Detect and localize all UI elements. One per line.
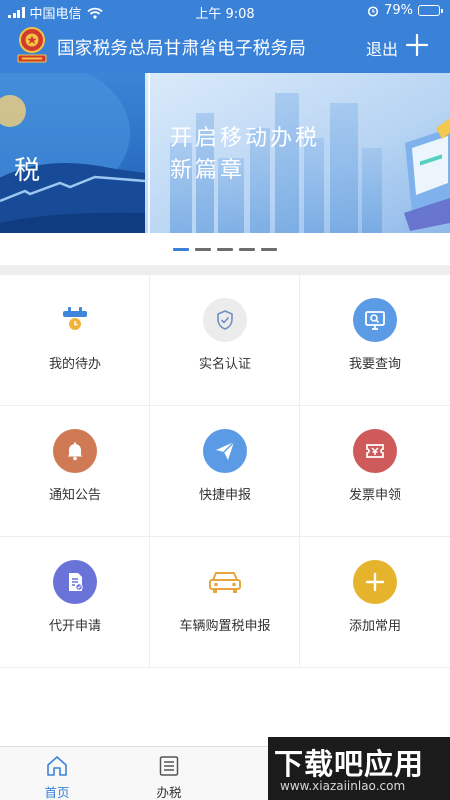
service-grid: 我的待办 实名认证 我要查询通知公告 快捷申报 发票申领代开申请 车辆购置税申报 添加常用 — [0, 275, 450, 670]
service-label: 发票申领 — [348, 488, 401, 503]
banner-headline-1: 开启移动办税 — [170, 126, 320, 151]
app-bar: 国家税务总局甘肃省电子税务局 退出 — [0, 22, 450, 73]
watermark-title: 下载吧应用 — [274, 747, 425, 781]
carousel-dot[interactable] — [217, 247, 233, 251]
banner-left-fragment: 税 — [14, 156, 40, 186]
service-label: 我的待办 — [48, 357, 101, 372]
alarm-icon — [368, 5, 379, 17]
carousel-dot[interactable] — [173, 247, 189, 251]
shield-check-icon — [203, 298, 247, 342]
car-icon — [203, 560, 247, 604]
service-label: 快捷申报 — [198, 488, 251, 503]
service-item-document-edit[interactable]: 代开申请 — [0, 537, 150, 668]
banner-headline-2: 新篇章 — [170, 158, 245, 183]
banner-artwork: 税 开启移动办税 新篇章 — [0, 73, 450, 233]
service-label: 代开申请 — [48, 619, 101, 634]
service-label: 通知公告 — [48, 488, 101, 503]
monitor-search-icon — [353, 298, 397, 342]
carousel-dot[interactable] — [195, 247, 211, 251]
watermark-url: www.xiazaiinlao.com — [280, 779, 406, 793]
service-label: 实名认证 — [198, 357, 251, 372]
service-item-calendar-clock[interactable]: 我的待办 — [0, 275, 150, 406]
battery-icon — [418, 5, 443, 16]
banner-carousel[interactable]: 税 开启移动办税 新篇章 — [0, 73, 450, 233]
plus-icon[interactable] — [405, 33, 429, 57]
battery-label: 79% — [384, 3, 413, 18]
carousel-indicator — [0, 233, 450, 265]
service-label: 添加常用 — [348, 619, 401, 634]
add-icon — [353, 560, 397, 604]
service-item-shield-check[interactable]: 实名认证 — [150, 275, 300, 406]
service-label: 我要查询 — [348, 357, 401, 372]
section-divider — [0, 265, 450, 275]
tax-emblem-icon — [17, 27, 47, 63]
ticket-yuan-icon — [353, 429, 397, 473]
service-item-paper-plane[interactable]: 快捷申报 — [150, 406, 300, 537]
app-title: 国家税务总局甘肃省电子税务局 — [57, 39, 307, 59]
paper-plane-icon — [203, 429, 247, 473]
watermark-logo: 下载吧应用 www.xiazaiinlao.com — [268, 737, 450, 800]
list-icon — [159, 756, 179, 776]
status-bar: 中国电信 上午 9:08 79% — [0, 0, 450, 22]
service-item-add[interactable]: 添加常用 — [300, 537, 450, 668]
home-icon — [47, 756, 67, 776]
tab-home-label: 首页 — [44, 785, 70, 800]
logout-button[interactable]: 退出 — [366, 36, 398, 60]
service-label: 车辆购置税申报 — [179, 619, 271, 634]
tab-home[interactable]: 首页 — [2, 747, 112, 800]
header: 中国电信 上午 9:08 79% 国家税务总局甘肃省电子税务局 退出 — [0, 0, 450, 73]
service-item-car[interactable]: 车辆购置税申报 — [150, 537, 300, 668]
tab-tax-label: 办税 — [156, 785, 182, 800]
bell-icon — [53, 429, 97, 473]
carousel-dot[interactable] — [239, 247, 255, 251]
carousel-dot[interactable] — [261, 247, 277, 251]
service-item-monitor-search[interactable]: 我要查询 — [300, 275, 450, 406]
document-edit-icon — [53, 560, 97, 604]
service-item-ticket-yuan[interactable]: 发票申领 — [300, 406, 450, 537]
tab-tax[interactable]: 办税 — [114, 747, 224, 800]
service-item-bell[interactable]: 通知公告 — [0, 406, 150, 537]
calendar-clock-icon — [53, 298, 97, 342]
